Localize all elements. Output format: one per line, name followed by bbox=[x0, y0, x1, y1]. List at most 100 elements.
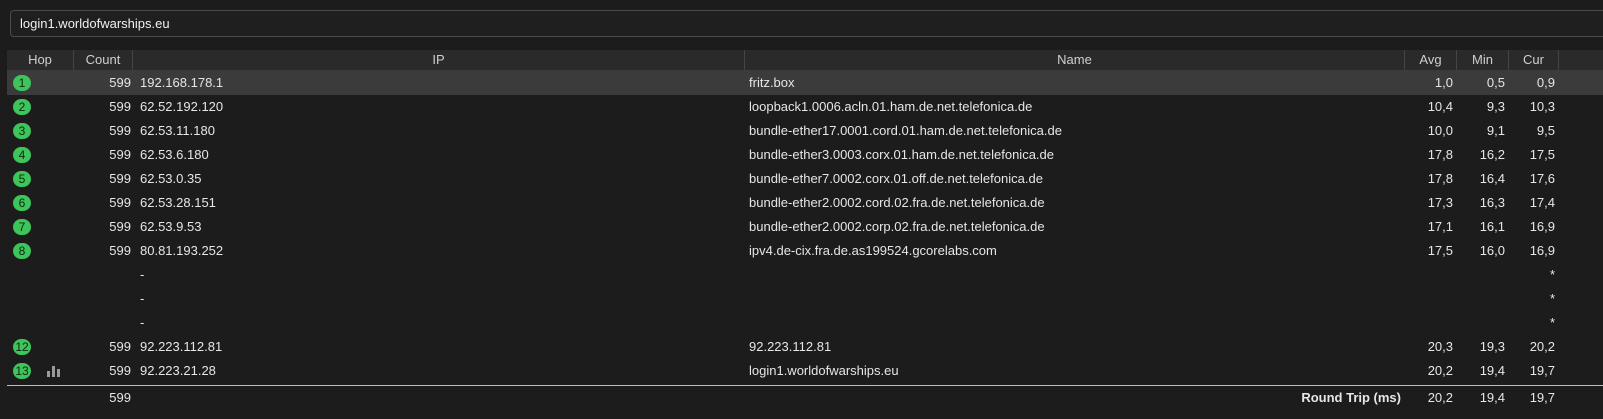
cur-cell: 17,5 bbox=[1529, 147, 1555, 162]
name-cell: ipv4.de-cix.fra.de.as199524.gcorelabs.co… bbox=[749, 243, 997, 258]
ip-cell: 62.53.0.35 bbox=[140, 171, 202, 186]
avg-cell bbox=[1405, 311, 1457, 335]
name-cell bbox=[745, 287, 1405, 311]
name-cell: loopback1.0006.acln.01.ham.de.net.telefo… bbox=[749, 99, 1033, 114]
table-row[interactable]: 4 599 62.53.6.180 bundle-ether3.0003.corx.0… bbox=[7, 143, 1603, 167]
table-row[interactable]: 7 599 62.53.9.53 bundle-ether2.0002.corp.02… bbox=[7, 215, 1603, 239]
column-header-min[interactable]: Min bbox=[1457, 50, 1509, 70]
avg-cell: 17,8 bbox=[1427, 147, 1453, 162]
table-row[interactable]: 8 599 80.81.193.252 ipv4.de-cix.fra.de.as19… bbox=[7, 239, 1603, 263]
hop-cell bbox=[7, 311, 74, 335]
avg-cell: 17,1 bbox=[1427, 219, 1453, 234]
ip-cell: 62.53.11.180 bbox=[140, 123, 215, 138]
table-row[interactable]: - * bbox=[7, 263, 1603, 287]
table-row[interactable]: 1 599 192.168.178.1 fritz.box 1,0 0,5 0,9 bbox=[7, 71, 1603, 95]
hop-cell: 7 bbox=[7, 215, 74, 239]
name-cell: bundle-ether2.0002.cord.02.fra.de.net.te… bbox=[749, 195, 1045, 210]
avg-cell: 1,0 bbox=[1434, 75, 1453, 90]
table-row[interactable]: 6 599 62.53.28.151 bundle-ether2.0002.cord.… bbox=[7, 191, 1603, 215]
count-cell: 599 bbox=[109, 243, 131, 258]
cur-cell: 17,6 bbox=[1529, 171, 1555, 186]
table-row[interactable]: - * bbox=[7, 311, 1603, 335]
ip-cell: 80.81.193.252 bbox=[140, 243, 224, 258]
ip-cell: 62.52.192.120 bbox=[140, 99, 224, 114]
hop-cell bbox=[7, 263, 74, 287]
column-header-cur[interactable]: Cur bbox=[1509, 50, 1559, 70]
count-cell: 599 bbox=[109, 147, 131, 162]
cur-cell: 0,9 bbox=[1536, 75, 1555, 90]
total-min: 19,4 bbox=[1479, 390, 1505, 405]
count-cell: 599 bbox=[109, 219, 131, 234]
avg-cell: 10,4 bbox=[1427, 99, 1453, 114]
column-header-avg[interactable]: Avg bbox=[1405, 50, 1457, 70]
hop-cell: 1 bbox=[7, 71, 74, 95]
table-row[interactable]: 2 599 62.52.192.120 loopback1.0006.acln.01.… bbox=[7, 95, 1603, 119]
table-row[interactable]: 3 599 62.53.11.180 bundle-ether17.0001.cord… bbox=[7, 119, 1603, 143]
ip-cell: 92.223.112.81 bbox=[140, 339, 223, 354]
hop-status-badge: 12 bbox=[13, 339, 31, 355]
avg-cell: 17,8 bbox=[1427, 171, 1453, 186]
min-cell: 9,1 bbox=[1486, 123, 1505, 138]
min-cell: 0,5 bbox=[1486, 75, 1505, 90]
avg-cell bbox=[1405, 263, 1457, 287]
count-cell bbox=[74, 311, 133, 335]
name-cell: bundle-ether17.0001.cord.01.ham.de.net.t… bbox=[749, 123, 1062, 138]
column-header-hop[interactable]: Hop bbox=[7, 50, 74, 70]
total-cur: 19,7 bbox=[1529, 390, 1555, 405]
cur-cell: 9,5 bbox=[1536, 123, 1555, 138]
min-cell bbox=[1457, 287, 1509, 311]
cur-cell: 16,9 bbox=[1529, 243, 1555, 258]
table-header: Hop Count IP Name Avg Min Cur bbox=[7, 50, 1603, 71]
total-avg: 20,2 bbox=[1427, 390, 1453, 405]
count-cell bbox=[74, 263, 133, 287]
hop-status-badge: 3 bbox=[13, 123, 31, 139]
hop-status-badge: 5 bbox=[13, 171, 31, 187]
hop-cell: 6 bbox=[7, 191, 74, 215]
min-cell: 16,3 bbox=[1479, 195, 1505, 210]
name-cell: login1.worldofwarships.eu bbox=[749, 363, 899, 378]
column-header-count[interactable]: Count bbox=[74, 50, 133, 70]
ip-cell: 92.223.21.28 bbox=[140, 363, 216, 378]
ip-cell: - bbox=[140, 291, 145, 306]
avg-cell: 20,2 bbox=[1427, 363, 1453, 378]
hop-cell: 3 bbox=[7, 119, 74, 143]
table-row[interactable]: - * bbox=[7, 287, 1603, 311]
count-cell: 599 bbox=[109, 339, 131, 354]
trace-table: Hop Count IP Name Avg Min Cur 1 599 192.16… bbox=[7, 50, 1603, 410]
cur-cell: * bbox=[1549, 267, 1555, 282]
cur-cell: * bbox=[1549, 315, 1555, 330]
hop-status-badge: 7 bbox=[13, 219, 31, 235]
count-cell: 599 bbox=[109, 195, 131, 210]
ip-cell: 62.53.6.180 bbox=[140, 147, 209, 162]
table-row[interactable]: 12 599 92.223.112.81 92.223.112.81 20,3 19,3 2… bbox=[7, 335, 1603, 359]
hop-status-badge: 2 bbox=[13, 99, 31, 115]
min-cell: 9,3 bbox=[1486, 99, 1505, 114]
cur-cell: * bbox=[1549, 291, 1555, 306]
bar-chart-icon[interactable] bbox=[47, 366, 61, 377]
name-cell: 92.223.112.81 bbox=[749, 339, 832, 354]
ip-cell: 192.168.178.1 bbox=[140, 75, 224, 90]
hop-status-badge: 4 bbox=[13, 147, 31, 163]
cur-cell: 19,7 bbox=[1529, 363, 1555, 378]
avg-cell bbox=[1405, 287, 1457, 311]
min-cell bbox=[1457, 263, 1509, 287]
column-header-ip[interactable]: IP bbox=[133, 50, 745, 70]
table-row[interactable]: 5 599 62.53.0.35 bundle-ether7.0002.corx.01… bbox=[7, 167, 1603, 191]
hop-status-badge: 1 bbox=[13, 75, 31, 91]
name-cell: bundle-ether7.0002.corx.01.off.de.net.te… bbox=[749, 171, 1043, 186]
name-cell: fritz.box bbox=[749, 75, 795, 90]
count-cell: 599 bbox=[109, 363, 131, 378]
name-cell: bundle-ether3.0003.corx.01.ham.de.net.te… bbox=[749, 147, 1054, 162]
avg-cell: 17,5 bbox=[1427, 243, 1453, 258]
hop-status-badge: 6 bbox=[13, 195, 31, 211]
count-cell bbox=[74, 287, 133, 311]
address-input[interactable] bbox=[10, 10, 1603, 37]
table-row[interactable]: 13 599 92.223.21.28 login1.worldofwarships.… bbox=[7, 359, 1603, 383]
cur-cell: 20,2 bbox=[1529, 339, 1555, 354]
min-cell: 16,4 bbox=[1479, 171, 1505, 186]
min-cell: 16,2 bbox=[1479, 147, 1505, 162]
count-cell: 599 bbox=[109, 99, 131, 114]
column-header-name[interactable]: Name bbox=[745, 50, 1405, 70]
avg-cell: 20,3 bbox=[1427, 339, 1453, 354]
column-header-filler bbox=[1559, 50, 1603, 70]
